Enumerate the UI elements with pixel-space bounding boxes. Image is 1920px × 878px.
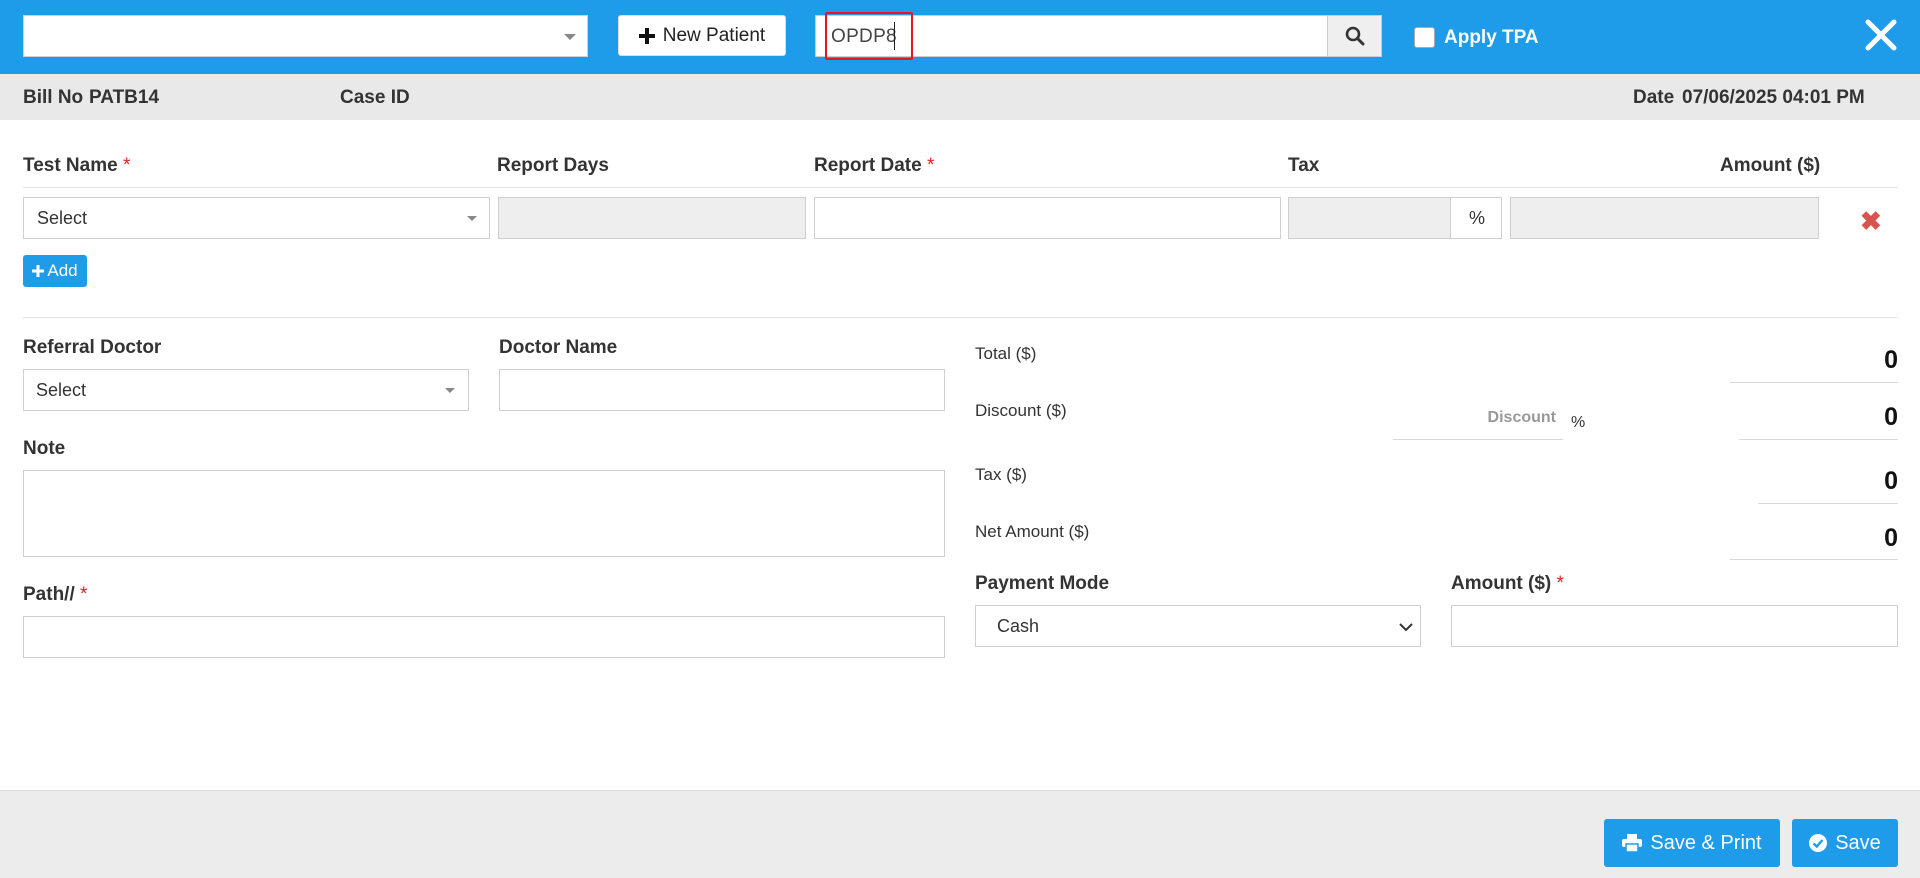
- discount-label: Discount ($): [975, 401, 1067, 420]
- report-days-field: [498, 197, 806, 239]
- discount-percent-symbol: %: [1571, 414, 1586, 431]
- net-amount-value: 0: [1884, 524, 1898, 552]
- close-icon[interactable]: [1863, 17, 1899, 53]
- path-label: Path// *: [23, 584, 88, 605]
- save-button[interactable]: Save: [1792, 819, 1898, 867]
- test-name-value: Select: [37, 208, 88, 228]
- bill-info-bar: Bill No PATB14 Case ID Date 07/06/2025 0…: [0, 74, 1920, 120]
- tax-header: Tax: [1288, 155, 1320, 176]
- date-value: 07/06/2025 04:01 PM: [1682, 87, 1865, 108]
- payment-amount-input[interactable]: [1451, 605, 1898, 647]
- discount-placeholder: Discount: [1487, 409, 1556, 426]
- save-label: Save: [1835, 831, 1881, 854]
- total-underline: [1730, 382, 1898, 383]
- total-label: Total ($): [975, 344, 1037, 363]
- report-date-input[interactable]: [814, 197, 1281, 239]
- add-test-button[interactable]: Add: [23, 255, 87, 287]
- chevron-down-icon: [445, 388, 455, 393]
- chevron-down-icon: [1399, 623, 1413, 632]
- tax-percent-symbol: %: [1469, 208, 1486, 228]
- bill-no-value: PATB14: [89, 87, 160, 108]
- referral-doctor-label: Referral Doctor: [23, 337, 162, 358]
- apply-tpa-checkbox[interactable]: [1414, 27, 1435, 48]
- payment-amount-label: Amount ($) *: [1451, 573, 1564, 594]
- search-button[interactable]: [1327, 15, 1382, 57]
- search-icon: [1345, 26, 1364, 46]
- note-textarea[interactable]: [23, 470, 945, 557]
- tax-field: [1288, 197, 1451, 239]
- discount-percent-input[interactable]: Discount: [1393, 403, 1563, 439]
- remove-row-icon[interactable]: ✖: [1860, 206, 1882, 237]
- net-amount-label: Net Amount ($): [975, 522, 1090, 541]
- bill-no-label: Bill No: [23, 87, 84, 108]
- text-cursor: [894, 22, 895, 50]
- table-header-divider: [23, 187, 1898, 188]
- apply-tpa-label: Apply TPA: [1444, 27, 1539, 48]
- save-print-label: Save & Print: [1650, 831, 1762, 854]
- payment-mode-label: Payment Mode: [975, 573, 1110, 594]
- payment-mode-select[interactable]: Cash: [975, 605, 1421, 647]
- check-circle-icon: [1809, 834, 1828, 852]
- tax-percent-addon: %: [1450, 197, 1502, 239]
- discount-value: 0: [1884, 403, 1898, 431]
- amount-header: Amount ($): [1720, 155, 1821, 176]
- chevron-down-icon: [467, 216, 477, 221]
- referral-doctor-select[interactable]: Select: [23, 369, 469, 411]
- note-label: Note: [23, 438, 66, 459]
- save-print-button[interactable]: Save & Print: [1604, 819, 1780, 867]
- doctor-name-input[interactable]: [499, 369, 945, 411]
- discount-underline: [1393, 439, 1563, 440]
- doctor-name-label: Doctor Name: [499, 337, 618, 358]
- plus-icon: [638, 27, 655, 44]
- net-amount-underline: [1730, 559, 1898, 560]
- report-days-header: Report Days: [497, 155, 609, 176]
- report-date-header: Report Date *: [814, 155, 935, 176]
- new-patient-button[interactable]: New Patient: [618, 15, 786, 56]
- test-name-header: Test Name *: [23, 155, 131, 176]
- printer-icon: [1622, 834, 1643, 852]
- date-label: Date: [1633, 87, 1675, 108]
- tax-summary-value: 0: [1884, 467, 1898, 495]
- tax-summary-label: Tax ($): [975, 465, 1027, 484]
- tax-underline: [1758, 503, 1898, 504]
- path-input[interactable]: [23, 616, 945, 658]
- case-id-label: Case ID: [340, 87, 410, 108]
- chevron-down-icon: [564, 34, 576, 40]
- patient-search-value: OPDP8: [831, 26, 897, 47]
- modal-header: New Patient OPDP8 Apply TPA: [0, 0, 1920, 74]
- section-divider: [23, 317, 1898, 318]
- patient-select[interactable]: [23, 15, 588, 57]
- discount-value-underline: [1739, 439, 1898, 440]
- modal-footer: Save & Print Save: [0, 790, 1920, 878]
- new-patient-label: New Patient: [662, 24, 766, 46]
- plus-icon: [32, 265, 45, 277]
- add-test-label: Add: [47, 261, 78, 280]
- amount-field: [1510, 197, 1819, 239]
- total-value: 0: [1884, 346, 1898, 374]
- referral-doctor-value: Select: [36, 380, 87, 400]
- test-name-select[interactable]: Select: [23, 197, 490, 239]
- payment-mode-value: Cash: [997, 616, 1040, 636]
